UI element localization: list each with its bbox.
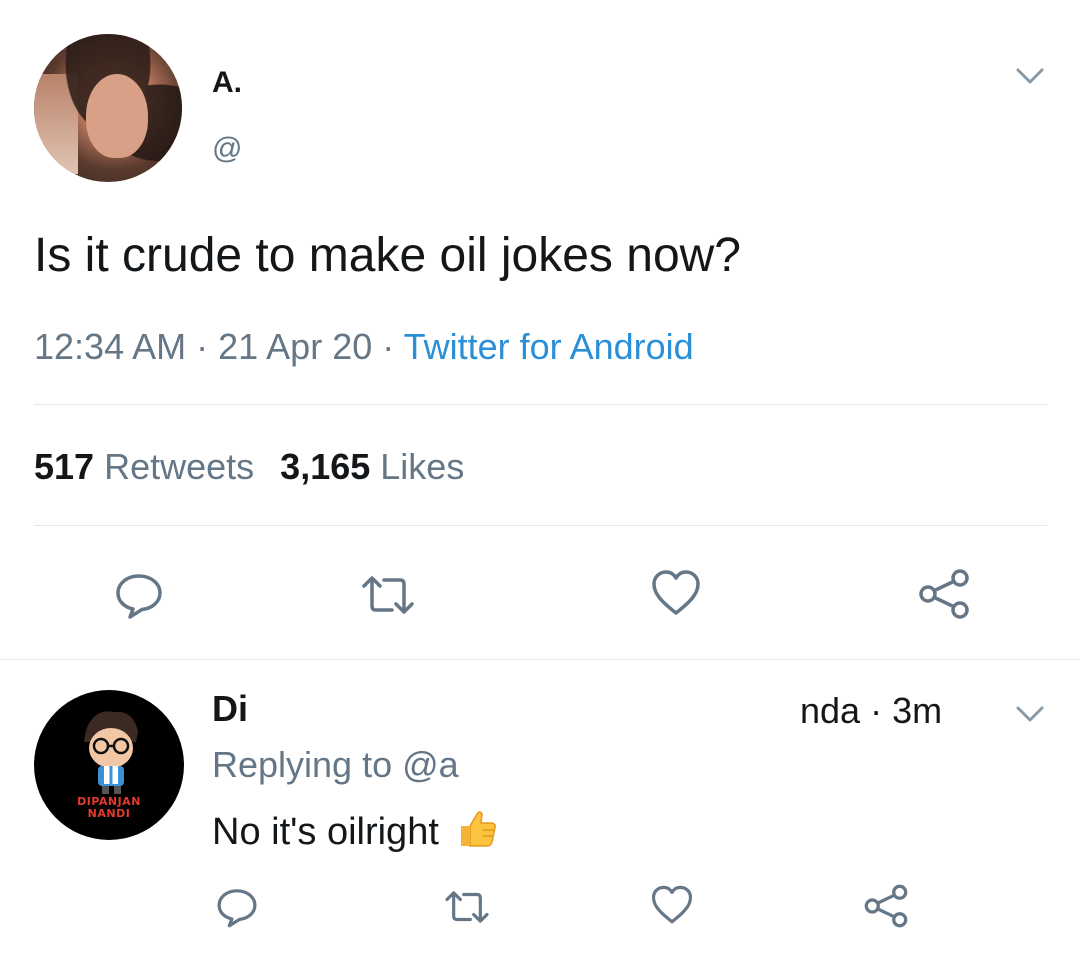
reply-text-line: No it's oilright (212, 806, 499, 860)
author-avatar[interactable] (34, 34, 182, 182)
likes-count: 3,165 (280, 446, 371, 487)
retweets-label: Retweets (104, 446, 255, 487)
reply-icon[interactable] (112, 568, 166, 622)
tweet-time: 12:34 AM (34, 326, 187, 367)
retweets-stat[interactable]: 517 Retweets (34, 446, 254, 487)
retweet-icon[interactable] (358, 568, 418, 622)
thumbs-up-emoji (455, 806, 499, 860)
tweet-stats: 517 Retweets 3,165 Likes (34, 446, 464, 488)
likes-label: Likes (380, 446, 465, 487)
likes-stat[interactable]: 3,165 Likes (280, 446, 464, 487)
reply-text: No it's oilright (212, 811, 439, 853)
meta-separator: · (372, 326, 404, 367)
retweet-icon[interactable] (442, 884, 492, 930)
author-handle[interactable]: @ (212, 132, 242, 166)
reply-meta: nda · 3m (800, 690, 942, 732)
replying-to-line: Replying to @a (212, 744, 459, 786)
tweet-source-link[interactable]: Twitter for Android (404, 326, 694, 367)
avatar-logo-text: DIPANJAN NANDI (77, 795, 141, 820)
replying-to-handle[interactable]: @a (402, 744, 459, 785)
chevron-down-icon[interactable] (1012, 696, 1048, 732)
replying-to-prefix: Replying to (212, 744, 403, 785)
reply-time: 3m (892, 690, 943, 731)
reply-author-display-name[interactable]: Di (212, 688, 248, 730)
divider (0, 659, 1080, 660)
heart-icon[interactable] (650, 884, 694, 926)
meta-separator: · (186, 326, 219, 367)
divider (34, 404, 1047, 405)
heart-icon[interactable] (650, 568, 702, 618)
tweet-metadata: 12:34 AM · 21 Apr 20 · Twitter for Andro… (34, 326, 694, 368)
chevron-down-icon[interactable] (1012, 58, 1048, 94)
share-icon[interactable] (862, 882, 910, 930)
reply-author-avatar[interactable]: DIPANJAN NANDI (34, 690, 184, 840)
tweet-date: 21 Apr 20 (218, 326, 373, 367)
retweets-count: 517 (34, 446, 95, 487)
meta-separator: · (860, 690, 893, 731)
share-icon[interactable] (916, 566, 972, 622)
author-display-name[interactable]: A. (212, 66, 242, 100)
reply-icon[interactable] (214, 884, 260, 930)
divider (34, 525, 1047, 526)
reply-name-suffix: nda (800, 690, 861, 731)
tweet-text: Is it crude to make oil jokes now? (34, 229, 741, 282)
